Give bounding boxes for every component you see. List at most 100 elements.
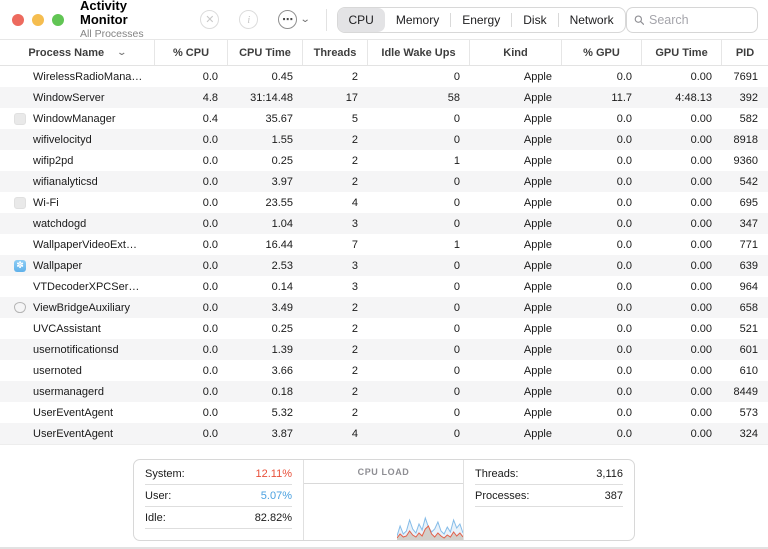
pid-cell: 542 xyxy=(722,176,768,188)
column-header-pid[interactable]: PID xyxy=(722,40,768,65)
idle-wake-ups-cell: 0 xyxy=(368,113,470,125)
column-header-gpu-time[interactable]: GPU Time xyxy=(642,40,722,65)
cpu-percent-cell: 0.0 xyxy=(155,344,228,356)
pid-cell: 521 xyxy=(722,323,768,335)
process-name: wifip2pd xyxy=(33,155,73,167)
no-icon xyxy=(14,386,26,398)
column-header-kind[interactable]: Kind xyxy=(470,40,562,65)
threads-cell: 2 xyxy=(303,71,368,83)
idle-wake-ups-cell: 0 xyxy=(368,323,470,335)
column-header-cpu-time[interactable]: CPU Time xyxy=(228,40,303,65)
column-header-cpu[interactable]: % CPU xyxy=(155,40,228,65)
cpu-time-cell: 35.67 xyxy=(228,113,303,125)
process-name: watchdogd xyxy=(33,218,86,230)
close-window-button[interactable] xyxy=(12,14,24,26)
inspect-process-button[interactable]: i xyxy=(239,10,258,29)
column-header-idle-wake-ups[interactable]: Idle Wake Ups xyxy=(368,40,470,65)
process-table-row[interactable]: ✽ Wallpaper 0.0 2.53 3 0 Apple 0.0 0.00 … xyxy=(0,255,768,276)
process-table-row[interactable]: WirelessRadioMana… 0.0 0.45 2 0 Apple 0.… xyxy=(0,66,768,87)
cpu-time-cell: 31:14.48 xyxy=(228,92,303,104)
tab-network[interactable]: Network xyxy=(559,8,625,32)
cpu-load-panel: CPU LOAD xyxy=(304,460,464,540)
gpu-time-cell: 0.00 xyxy=(642,239,722,251)
gpu-time-cell: 0.00 xyxy=(642,197,722,209)
process-name-cell: WallpaperVideoExt… xyxy=(0,239,155,251)
no-icon xyxy=(14,323,26,335)
no-icon xyxy=(14,218,26,230)
pid-cell: 610 xyxy=(722,365,768,377)
no-icon xyxy=(14,134,26,146)
cpu-percent-cell: 0.4 xyxy=(155,113,228,125)
pid-cell: 8449 xyxy=(722,386,768,398)
system-value: 12.11% xyxy=(256,468,293,480)
gpu-percent-cell: 0.0 xyxy=(562,386,642,398)
tab-cpu[interactable]: CPU xyxy=(338,8,385,32)
process-table-row[interactable]: WallpaperVideoExt… 0.0 16.44 7 1 Apple 0… xyxy=(0,234,768,255)
cpu-time-cell: 3.97 xyxy=(228,176,303,188)
process-table-row[interactable]: WindowManager 0.4 35.67 5 0 Apple 0.0 0.… xyxy=(0,108,768,129)
process-table-row[interactable]: Wi-Fi 0.0 23.55 4 0 Apple 0.0 0.00 695 xyxy=(0,192,768,213)
gpu-percent-cell: 11.7 xyxy=(562,92,642,104)
column-header-threads[interactable]: Threads xyxy=(303,40,368,65)
cpu-load-sparkline xyxy=(397,512,463,540)
cpu-time-cell: 2.53 xyxy=(228,260,303,272)
tab-memory[interactable]: Memory xyxy=(385,8,450,32)
minimize-window-button[interactable] xyxy=(32,14,44,26)
pid-cell: 7691 xyxy=(722,71,768,83)
process-name: VTDecoderXPCSer… xyxy=(33,281,139,293)
no-icon xyxy=(14,92,26,104)
pid-cell: 9360 xyxy=(722,155,768,167)
pid-cell: 573 xyxy=(722,407,768,419)
more-options-button[interactable]: ⋯ ⌄ xyxy=(278,10,309,29)
process-table-row[interactable]: wifianalyticsd 0.0 3.97 2 0 Apple 0.0 0.… xyxy=(0,171,768,192)
process-table-row[interactable]: watchdogd 0.0 1.04 3 0 Apple 0.0 0.00 34… xyxy=(0,213,768,234)
idle-wake-ups-cell: 0 xyxy=(368,134,470,146)
process-table-row[interactable]: usermanagerd 0.0 0.18 2 0 Apple 0.0 0.00… xyxy=(0,381,768,402)
kind-cell: Apple xyxy=(470,155,562,167)
search-input[interactable] xyxy=(649,13,750,27)
stop-process-button[interactable]: ✕ xyxy=(200,10,219,29)
process-name: usernoted xyxy=(33,365,82,377)
no-icon xyxy=(14,344,26,356)
process-table-row[interactable]: WindowServer 4.8 31:14.48 17 58 Apple 11… xyxy=(0,87,768,108)
process-name-cell: WirelessRadioMana… xyxy=(0,71,155,83)
gpu-percent-cell: 0.0 xyxy=(562,239,642,251)
process-name-cell: UserEventAgent xyxy=(0,407,155,419)
process-name-cell: WindowManager xyxy=(0,113,155,125)
pid-cell: 964 xyxy=(722,281,768,293)
kind-cell: Apple xyxy=(470,260,562,272)
process-table-row[interactable]: UVCAssistant 0.0 0.25 2 0 Apple 0.0 0.00… xyxy=(0,318,768,339)
idle-label: Idle: xyxy=(145,512,166,524)
column-header-process-name[interactable]: Process Name ⌄ xyxy=(0,40,155,65)
process-table-row[interactable]: wifip2pd 0.0 0.25 2 1 Apple 0.0 0.00 936… xyxy=(0,150,768,171)
search-field[interactable] xyxy=(626,7,758,33)
cpu-time-cell: 0.25 xyxy=(228,155,303,167)
process-counts-panel: Threads: 3,116 Processes: 387 xyxy=(464,460,634,540)
pid-cell: 392 xyxy=(722,92,768,104)
process-name-cell: ✽ Wallpaper xyxy=(0,260,155,272)
threads-cell: 2 xyxy=(303,407,368,419)
threads-cell: 2 xyxy=(303,323,368,335)
zoom-window-button[interactable] xyxy=(52,14,64,26)
threads-cell: 2 xyxy=(303,134,368,146)
cpu-time-cell: 0.18 xyxy=(228,386,303,398)
cpu-stats-box: System: 12.11% User: 5.07% Idle: 82.82% … xyxy=(133,459,635,541)
no-icon xyxy=(14,239,26,251)
gpu-percent-cell: 0.0 xyxy=(562,218,642,230)
process-table-row[interactable]: VTDecoderXPCSer… 0.0 0.14 3 0 Apple 0.0 … xyxy=(0,276,768,297)
process-table-row[interactable]: usernoted 0.0 3.66 2 0 Apple 0.0 0.00 61… xyxy=(0,360,768,381)
kind-cell: Apple xyxy=(470,176,562,188)
process-table-row[interactable]: wifivelocityd 0.0 1.55 2 0 Apple 0.0 0.0… xyxy=(0,129,768,150)
process-table-row[interactable]: usernotificationsd 0.0 1.39 2 0 Apple 0.… xyxy=(0,339,768,360)
process-table-row[interactable]: ViewBridgeAuxiliary 0.0 3.49 2 0 Apple 0… xyxy=(0,297,768,318)
tab-energy[interactable]: Energy xyxy=(451,8,511,32)
cpu-percent-cell: 0.0 xyxy=(155,239,228,251)
process-table-row[interactable]: UserEventAgent 0.0 3.87 4 0 Apple 0.0 0.… xyxy=(0,423,768,444)
threads-cell: 3 xyxy=(303,260,368,272)
process-name: WirelessRadioMana… xyxy=(33,71,142,83)
column-header-gpu[interactable]: % GPU xyxy=(562,40,642,65)
process-table-row[interactable]: UserEventAgent 0.0 5.32 2 0 Apple 0.0 0.… xyxy=(0,402,768,423)
tab-disk[interactable]: Disk xyxy=(512,8,557,32)
toolbar: Activity Monitor All Processes ✕ i ⋯ ⌄ C… xyxy=(0,0,768,40)
process-name: ViewBridgeAuxiliary xyxy=(33,302,130,314)
